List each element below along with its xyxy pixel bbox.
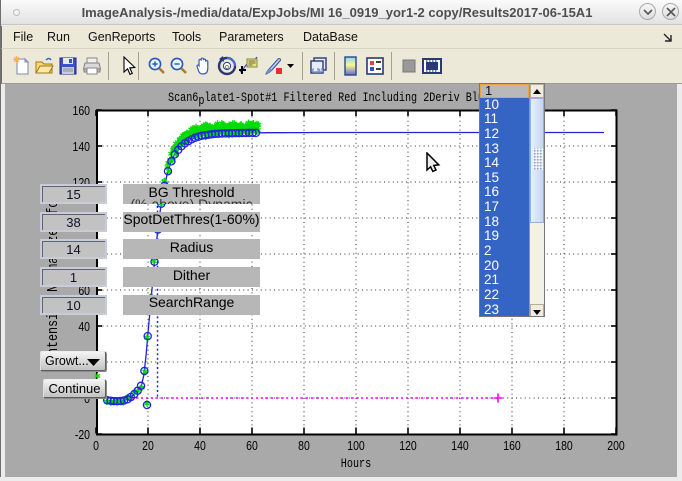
svg-text:160: 160	[72, 105, 90, 118]
svg-text:80: 80	[298, 440, 310, 453]
svg-text:140: 140	[72, 141, 90, 154]
svg-text:120: 120	[399, 440, 417, 453]
svg-text:100: 100	[347, 440, 365, 453]
svg-text:40: 40	[78, 321, 90, 334]
svg-text:60: 60	[246, 440, 258, 453]
svg-text:Hours: Hours	[341, 457, 371, 471]
svg-text:0: 0	[93, 440, 99, 453]
svg-text:-20: -20	[75, 429, 90, 442]
svg-text:160: 160	[503, 440, 521, 453]
svg-text:140: 140	[451, 440, 469, 453]
svg-text:180: 180	[555, 440, 573, 453]
svg-text:20: 20	[142, 440, 154, 453]
svg-text:Scan6plate1-Spot#1 Filtered Re: Scan6plate1-Spot#1 Filtered Red Includin…	[168, 91, 490, 108]
svg-text:200: 200	[607, 440, 625, 453]
svg-text:40: 40	[194, 440, 206, 453]
